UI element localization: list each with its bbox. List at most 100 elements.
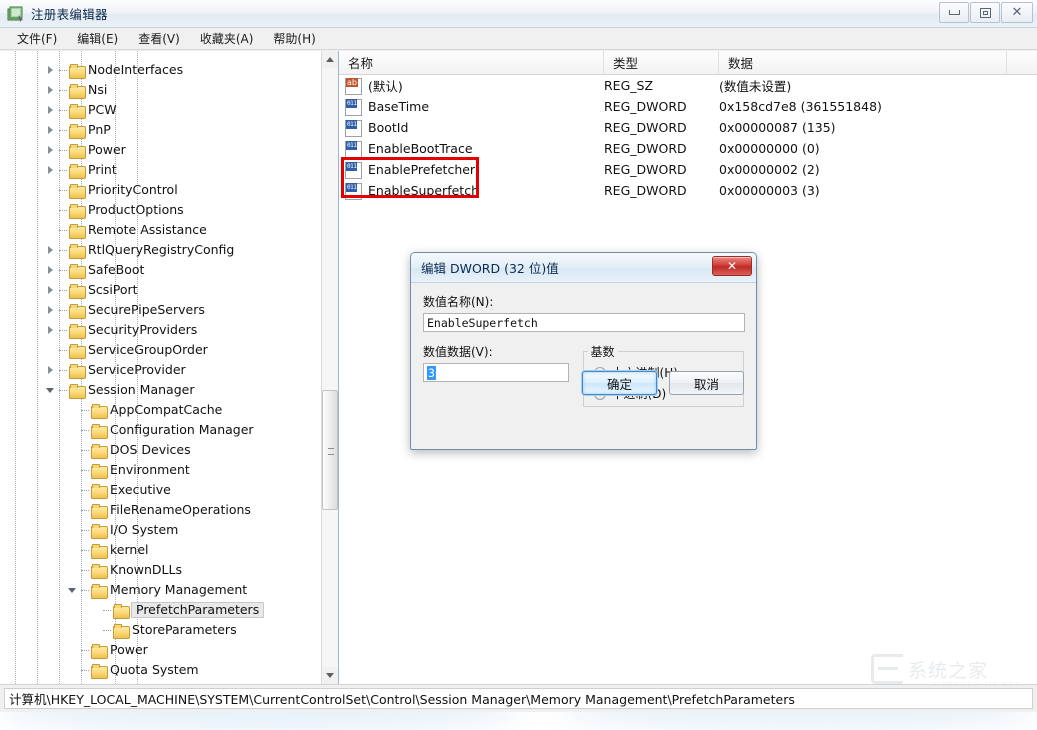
expand-arrow-icon[interactable] (46, 285, 57, 296)
table-row[interactable]: EnableBootTraceREG_DWORD0x00000000 (0) (339, 138, 1037, 159)
tree-item-print[interactable]: Print (0, 160, 322, 180)
menu-view[interactable]: 查看(V) (129, 28, 189, 49)
tree-item-memory-management[interactable]: Memory Management (0, 580, 322, 600)
folder-icon (69, 364, 84, 377)
table-row[interactable]: (默认)REG_SZ(数值未设置) (339, 75, 1037, 96)
tree-item-executive[interactable]: Executive (0, 480, 322, 500)
folder-icon (69, 304, 84, 317)
tree-item-environment[interactable]: Environment (0, 460, 322, 480)
dialog-title-bar[interactable]: 编辑 DWORD (32 位)值 ✕ (411, 253, 756, 283)
menu-file[interactable]: 文件(F) (8, 28, 66, 49)
tree-item-knowndlls[interactable]: KnownDLLs (0, 560, 322, 580)
table-row[interactable]: BootIdREG_DWORD0x00000087 (135) (339, 117, 1037, 138)
tree-item-quota-system[interactable]: Quota System (0, 660, 322, 680)
tree-item-session-manager[interactable]: Session Manager (0, 380, 322, 400)
tree-connector (59, 250, 67, 251)
tree-item-power[interactable]: Power (0, 640, 322, 660)
column-header-data[interactable]: 数据 (719, 51, 1007, 74)
tree-item-securepipeservers[interactable]: SecurePipeServers (0, 300, 322, 320)
expand-arrow-icon[interactable] (46, 265, 57, 276)
expand-arrow-icon[interactable] (46, 305, 57, 316)
tree-item-storeparameters[interactable]: StoreParameters (0, 620, 322, 640)
folder-icon (69, 64, 84, 77)
collapse-arrow-icon[interactable] (68, 585, 79, 596)
tree-connector (59, 350, 67, 351)
string-value-icon (345, 78, 362, 94)
scroll-down-arrow[interactable] (322, 667, 338, 684)
tree-item-prefetchparameters[interactable]: PrefetchParameters (0, 600, 322, 620)
tree-item-i-o-system[interactable]: I/O System (0, 520, 322, 540)
tree-connector (59, 190, 67, 191)
tree-item-label: Print (88, 163, 117, 177)
menu-favorites[interactable]: 收藏夹(A) (191, 28, 263, 49)
tree-item-servicegrouporder[interactable]: ServiceGroupOrder (0, 340, 322, 360)
tree-item-rtlqueryregistryconfig[interactable]: RtlQueryRegistryConfig (0, 240, 322, 260)
tree-item-safeboot[interactable]: SafeBoot (0, 260, 322, 280)
tree-item-remote-assistance[interactable]: Remote Assistance (0, 220, 322, 240)
tree-item-dos-devices[interactable]: DOS Devices (0, 440, 322, 460)
folder-icon (69, 84, 84, 97)
title-bar[interactable]: 注册表编辑器 ✕ (0, 0, 1037, 28)
tree-item-filerenameoperations[interactable]: FileRenameOperations (0, 500, 322, 520)
tree-item-nodeinterfaces[interactable]: NodeInterfaces (0, 60, 322, 80)
tree-spacer (68, 465, 79, 476)
expand-arrow-icon[interactable] (46, 145, 57, 156)
registry-editor-window: 注册表编辑器 ✕ 文件(F)编辑(E)查看(V)收藏夹(A)帮助(H) Node… (0, 0, 1037, 712)
registry-tree[interactable]: NodeInterfacesNsiPCWPnPPowerPrintPriorit… (0, 51, 322, 684)
tree-item-pcw[interactable]: PCW (0, 100, 322, 120)
expand-arrow-icon[interactable] (46, 65, 57, 76)
menu-edit[interactable]: 编辑(E) (68, 28, 127, 49)
tree-spacer (46, 185, 57, 196)
tree-spacer (46, 225, 57, 236)
tree-item-label: PriorityControl (88, 183, 178, 197)
tree-scrollbar[interactable] (321, 51, 338, 684)
value-name-field[interactable]: EnableSuperfetch (423, 313, 745, 332)
window-controls: ✕ (939, 2, 1033, 23)
ok-button[interactable]: 确定 (582, 371, 657, 395)
value-name-cell: EnablePrefetcher (368, 162, 604, 177)
expand-arrow-icon[interactable] (46, 85, 57, 96)
table-row[interactable]: EnableSuperfetchREG_DWORD0x00000003 (3) (339, 180, 1037, 201)
value-name-cell: EnableBootTrace (368, 141, 604, 156)
tree-item-scsiport[interactable]: ScsiPort (0, 280, 322, 300)
close-button[interactable]: ✕ (1001, 2, 1033, 23)
cancel-button[interactable]: 取消 (669, 371, 744, 395)
tree-item-kernel[interactable]: kernel (0, 540, 322, 560)
tree-item-productoptions[interactable]: ProductOptions (0, 200, 322, 220)
expand-arrow-icon[interactable] (46, 125, 57, 136)
tree-item-nsi[interactable]: Nsi (0, 80, 322, 100)
minimize-button[interactable] (939, 2, 969, 23)
scrollbar-thumb[interactable] (322, 390, 338, 510)
table-row[interactable]: BaseTimeREG_DWORD0x158cd7e8 (361551848) (339, 96, 1037, 117)
expand-arrow-icon[interactable] (46, 245, 57, 256)
column-header-type[interactable]: 类型 (604, 51, 719, 74)
tree-item-label: Configuration Manager (110, 423, 254, 437)
expand-arrow-icon[interactable] (46, 365, 57, 376)
tree-connector (81, 550, 89, 551)
expand-arrow-icon[interactable] (46, 105, 57, 116)
column-header-name[interactable]: 名称 (339, 51, 604, 74)
expand-arrow-icon[interactable] (46, 325, 57, 336)
column-header-spacer (1007, 51, 1037, 74)
tree-connector (81, 570, 89, 571)
tree-item-appcompatcache[interactable]: AppCompatCache (0, 400, 322, 420)
collapse-arrow-icon[interactable] (46, 385, 57, 396)
tree-item-prioritycontrol[interactable]: PriorityControl (0, 180, 322, 200)
tree-item-configuration-manager[interactable]: Configuration Manager (0, 420, 322, 440)
dialog-close-button[interactable]: ✕ (712, 256, 752, 276)
tree-item-power[interactable]: Power (0, 140, 322, 160)
tree-connector (81, 650, 89, 651)
tree-item-securityproviders[interactable]: SecurityProviders (0, 320, 322, 340)
registry-tree-pane[interactable]: NodeInterfacesNsiPCWPnPPowerPrintPriorit… (0, 51, 339, 684)
scroll-up-arrow[interactable] (322, 51, 338, 68)
menu-help[interactable]: 帮助(H) (264, 28, 324, 49)
tree-connector (59, 170, 67, 171)
maximize-button[interactable] (970, 2, 1000, 23)
expand-arrow-icon[interactable] (46, 165, 57, 176)
tree-item-serviceprovider[interactable]: ServiceProvider (0, 360, 322, 380)
value-type-cell: REG_DWORD (604, 120, 719, 135)
table-row[interactable]: EnablePrefetcherREG_DWORD0x00000002 (2) (339, 159, 1037, 180)
value-data-field[interactable]: 3 (423, 363, 569, 382)
tree-item-pnp[interactable]: PnP (0, 120, 322, 140)
tree-item-label: AppCompatCache (110, 403, 222, 417)
